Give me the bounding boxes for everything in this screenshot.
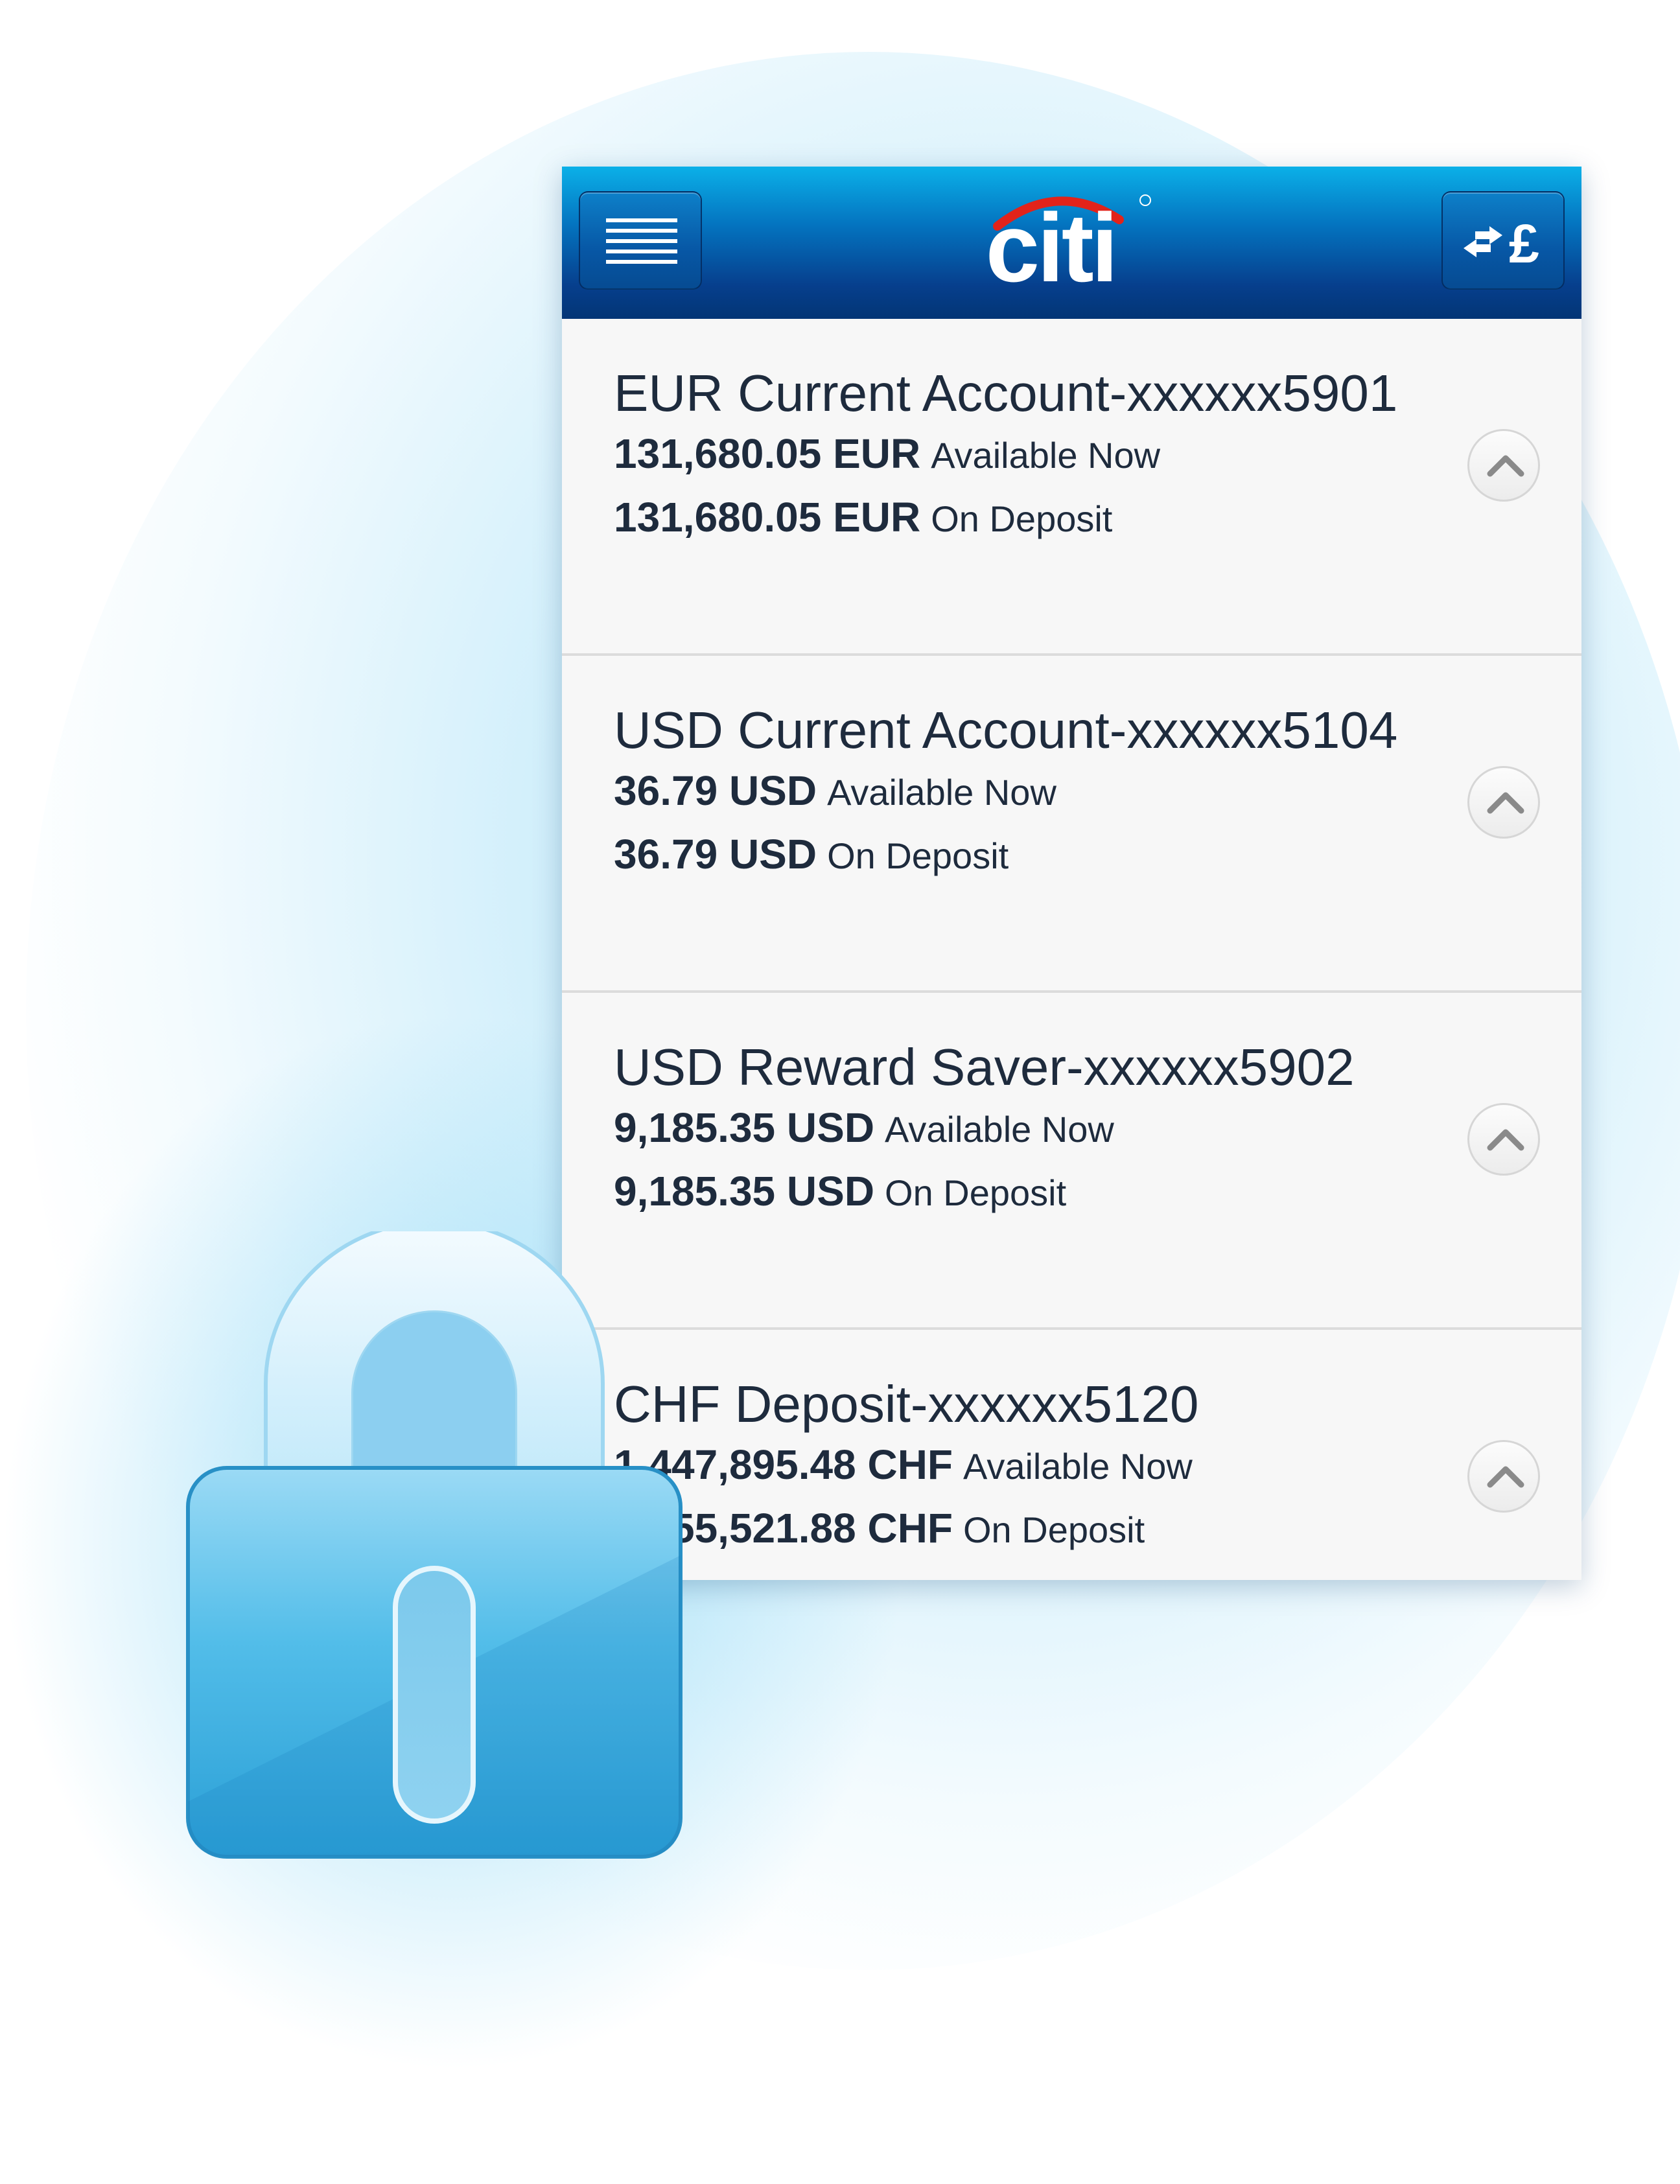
logo-text: citi bbox=[985, 193, 1119, 302]
available-line: 1,447,895.48 CHF Available Now bbox=[614, 1439, 1193, 1502]
available-line: 131,680.05 EUR Available Now bbox=[614, 428, 1160, 491]
available-line: 36.79 USD Available Now bbox=[614, 765, 1056, 828]
available-line: 9,185.35 USD Available Now bbox=[614, 1102, 1114, 1165]
chevron-up-icon bbox=[1487, 792, 1524, 814]
deposit-line: 36.79 USD On Deposit bbox=[614, 828, 1009, 892]
currency-transfer-button[interactable]: £ bbox=[1441, 191, 1565, 290]
account-row[interactable]: CHF Deposit-xxxxxx5120 1,447,895.48 CHF A… bbox=[562, 1330, 1581, 1580]
deposit-amount: 9,185.35 USD bbox=[614, 1168, 875, 1214]
account-row[interactable]: EUR Current Account-xxxxxx5901 131,680.0… bbox=[562, 319, 1581, 656]
account-title: CHF Deposit-xxxxxx5120 bbox=[614, 1375, 1199, 1433]
account-row[interactable]: USD Current Account-xxxxxx5104 36.79 USD… bbox=[562, 656, 1581, 993]
deposit-line: 1,455,521.88 CHF On Deposit bbox=[614, 1502, 1145, 1566]
account-row[interactable]: USD Reward Saver-xxxxxx5902 9,185.35 USD… bbox=[562, 993, 1581, 1330]
expand-button[interactable] bbox=[1467, 429, 1540, 502]
available-label: Available Now bbox=[885, 1109, 1114, 1150]
pound-symbol: £ bbox=[1509, 213, 1539, 274]
available-amount: 36.79 USD bbox=[614, 767, 817, 814]
currency-transfer-icon: £ bbox=[1464, 213, 1539, 274]
deposit-label: On Deposit bbox=[827, 835, 1009, 876]
available-amount: 131,680.05 EUR bbox=[614, 430, 921, 477]
available-amount: 9,185.35 USD bbox=[614, 1104, 875, 1151]
deposit-amount: 36.79 USD bbox=[614, 831, 817, 877]
available-label: Available Now bbox=[827, 772, 1056, 813]
available-label: Available Now bbox=[963, 1446, 1193, 1487]
deposit-line: 9,185.35 USD On Deposit bbox=[614, 1165, 1066, 1229]
chevron-up-icon bbox=[1487, 1129, 1524, 1151]
banking-app-panel: citi £ EUR Current Account-xxxxxx5901 13… bbox=[562, 167, 1581, 1580]
deposit-label: On Deposit bbox=[885, 1172, 1067, 1213]
deposit-label: On Deposit bbox=[963, 1509, 1145, 1550]
expand-button[interactable] bbox=[1467, 766, 1540, 839]
deposit-line: 131,680.05 EUR On Deposit bbox=[614, 491, 1112, 555]
account-title: EUR Current Account-xxxxxx5901 bbox=[614, 364, 1398, 422]
available-label: Available Now bbox=[931, 435, 1161, 476]
padlock-icon bbox=[186, 1231, 682, 1859]
hamburger-menu-icon bbox=[606, 218, 677, 265]
expand-button[interactable] bbox=[1467, 1440, 1540, 1513]
deposit-label: On Deposit bbox=[931, 498, 1113, 539]
menu-button[interactable] bbox=[579, 191, 702, 290]
account-title: USD Reward Saver-xxxxxx5902 bbox=[614, 1038, 1355, 1096]
account-title: USD Current Account-xxxxxx5104 bbox=[614, 701, 1398, 759]
chevron-up-icon bbox=[1487, 455, 1524, 477]
deposit-amount: 131,680.05 EUR bbox=[614, 494, 921, 540]
app-header: citi £ bbox=[562, 167, 1581, 319]
chevron-up-icon bbox=[1487, 1466, 1524, 1488]
citi-logo: citi bbox=[960, 186, 1154, 303]
expand-button[interactable] bbox=[1467, 1103, 1540, 1176]
